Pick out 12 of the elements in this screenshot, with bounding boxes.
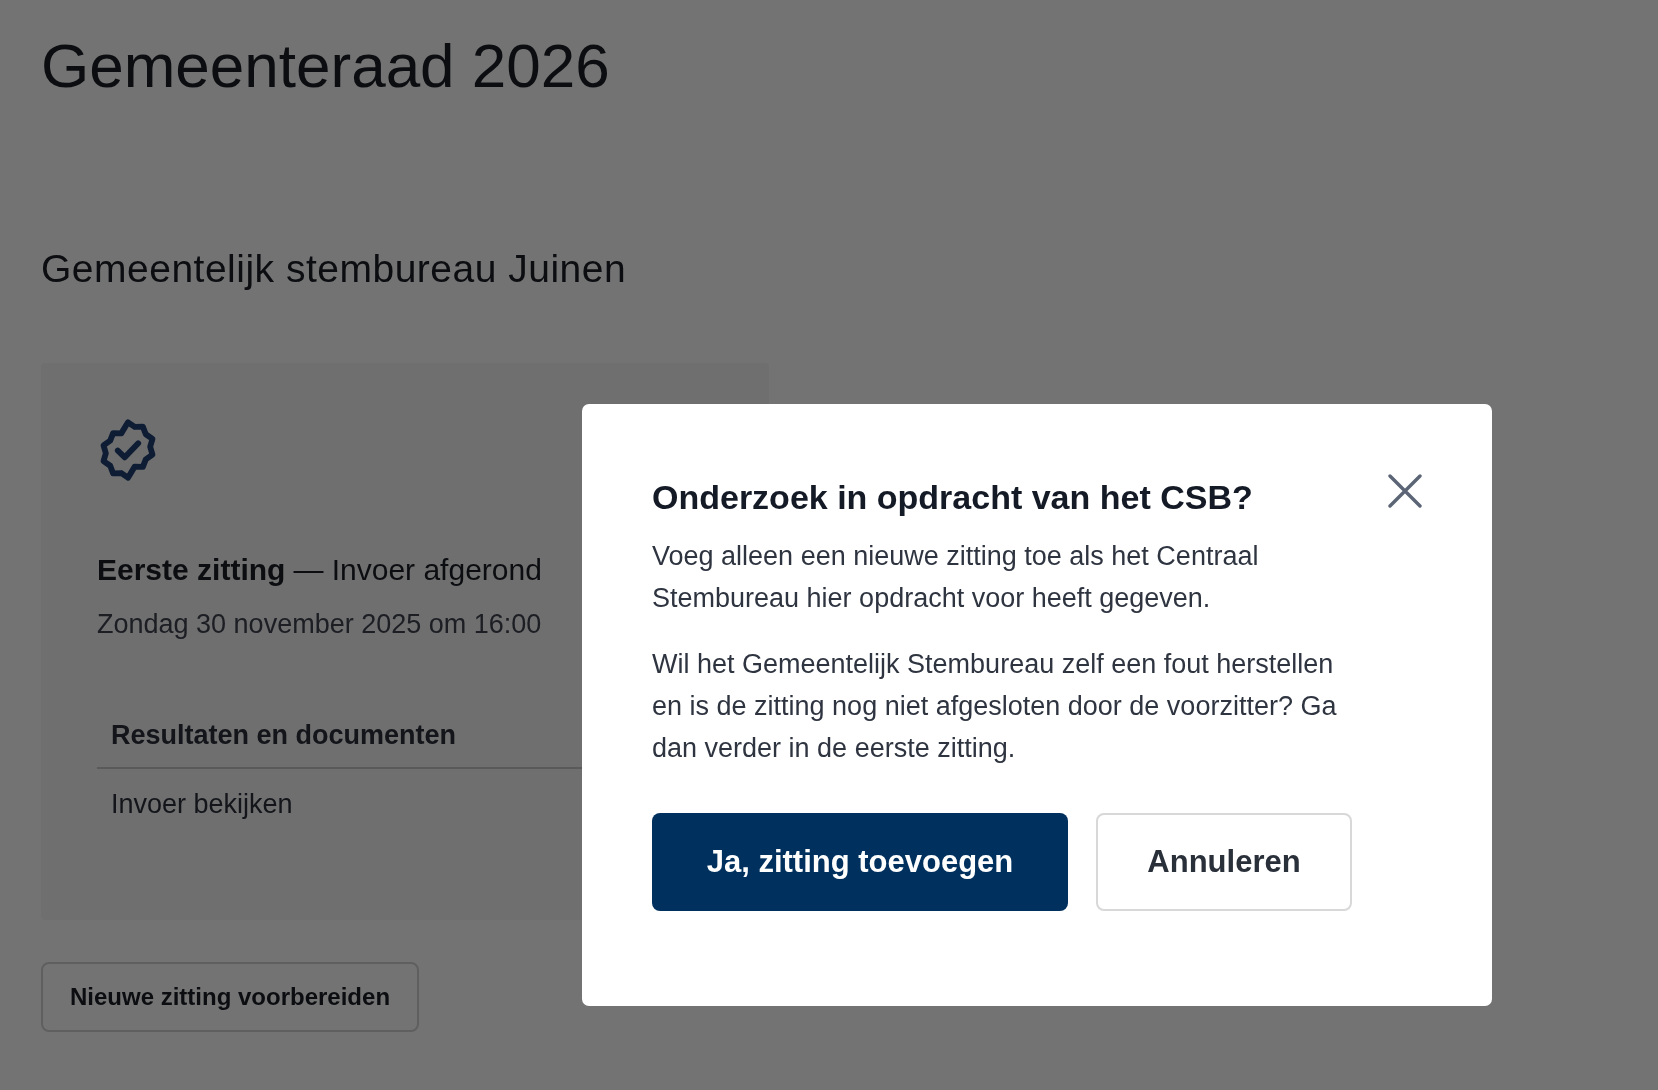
page-title: Gemeenteraad 2026 bbox=[41, 30, 611, 102]
session-name: Eerste zitting bbox=[97, 553, 286, 586]
new-session-button[interactable]: Nieuwe zitting voorbereiden bbox=[41, 962, 420, 1032]
dialog-text: Voeg alleen een nieuwe zitting toe als het Centraal Stembureau hier opdracht voor heeft gegeven. bbox=[652, 540, 1260, 615]
session-date: Zondag 30 november 2025 om 16:00 bbox=[97, 609, 543, 640]
view-input-link[interactable]: Invoer bekijken bbox=[111, 789, 293, 820]
section-title: Gemeentelijk stembureau Juinen bbox=[41, 247, 628, 291]
cancel-button[interactable]: Annuleren bbox=[1096, 813, 1352, 911]
dialog-title: Onderzoek in opdracht van het CSB? bbox=[652, 478, 1253, 517]
confirm-button[interactable]: Ja, zitting toevoegen bbox=[652, 813, 1068, 911]
session-status: — Invoer afgerond bbox=[293, 553, 542, 586]
close-icon[interactable] bbox=[1388, 474, 1422, 508]
